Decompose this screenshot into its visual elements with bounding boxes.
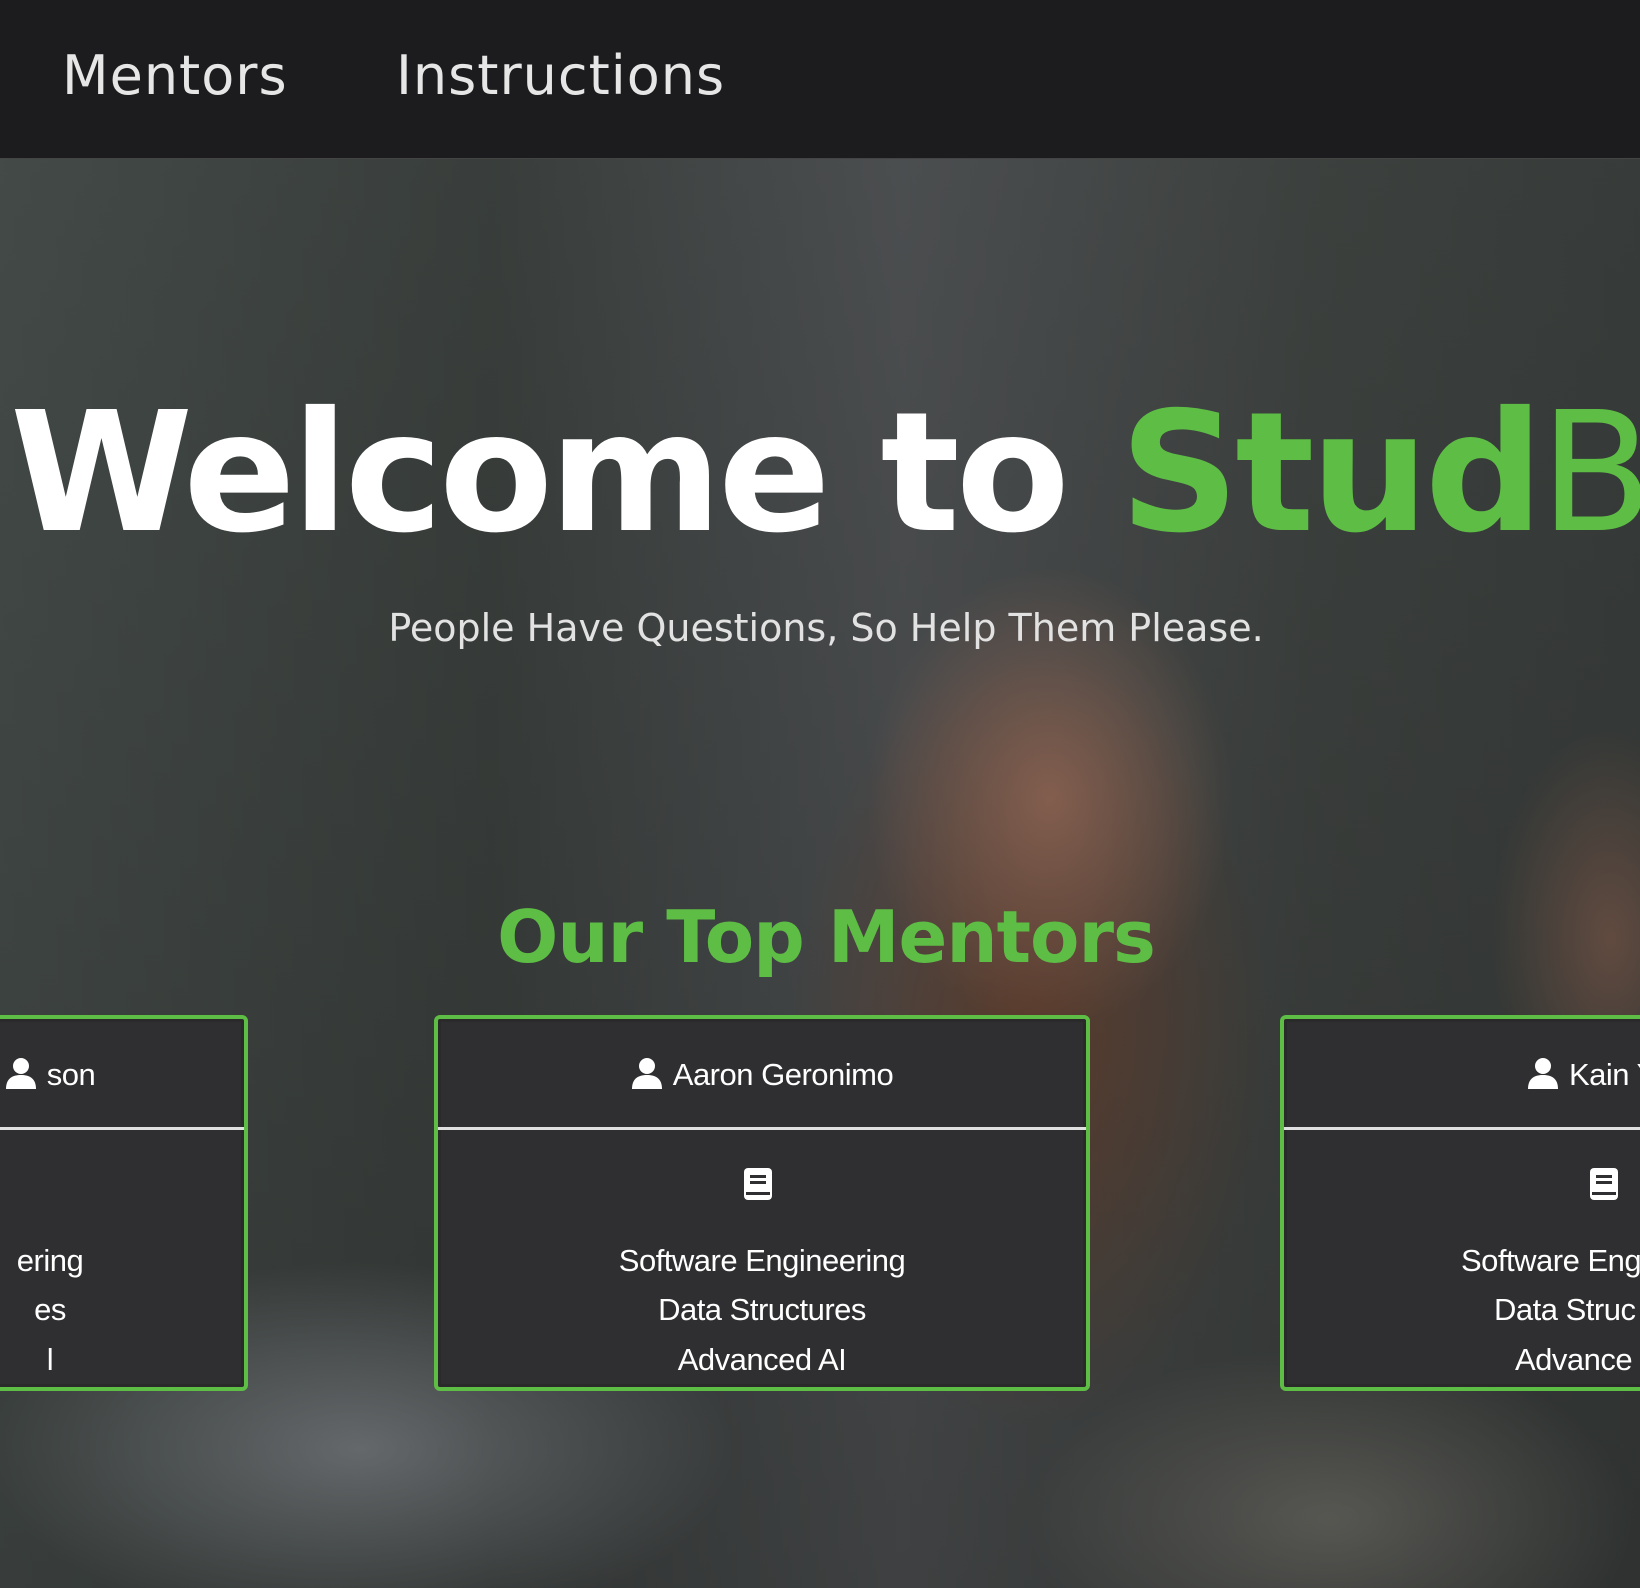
mentor-subject: Data Struc bbox=[1494, 1292, 1636, 1327]
navbar: Mentors Instructions bbox=[0, 0, 1640, 159]
mentor-name: son bbox=[46, 1057, 96, 1092]
book-icon bbox=[743, 1167, 773, 1206]
mentor-card-header: son bbox=[0, 1019, 244, 1130]
user-icon bbox=[1527, 1057, 1559, 1097]
hero-title-brand-bold: Stud bbox=[1119, 377, 1544, 570]
top-mentors-title: Our Top Mentors bbox=[497, 895, 1156, 979]
mentor-name-row: Aaron Geronimo bbox=[438, 1057, 1086, 1097]
mentor-name-row: Kain Y bbox=[1527, 1057, 1640, 1097]
mentor-card[interactable]: Kain Y Software Eng Data Struc Advance bbox=[1280, 1015, 1640, 1391]
mentor-card-header: Kain Y bbox=[1284, 1019, 1640, 1130]
hero-title-prefix: Welcome to bbox=[10, 377, 1120, 570]
mentor-subject: Data Structures bbox=[658, 1292, 866, 1327]
mentor-card[interactable]: son ering es l bbox=[0, 1015, 248, 1391]
mentor-subject: Advance bbox=[1515, 1342, 1633, 1377]
hero-section: Welcome to StudBudd People Have Question… bbox=[0, 159, 1640, 1588]
mentor-name: Aaron Geronimo bbox=[672, 1057, 894, 1092]
mentor-subject: ering bbox=[16, 1243, 84, 1278]
mentor-subject: l bbox=[46, 1342, 54, 1377]
mentor-subject: Advanced AI bbox=[677, 1342, 847, 1377]
mentor-subject: es bbox=[34, 1292, 66, 1327]
hero-subtitle: People Have Questions, So Help Them Plea… bbox=[388, 606, 1264, 650]
mentor-subject: Software Eng bbox=[1461, 1243, 1640, 1278]
hero-title-brand-light: Budd bbox=[1539, 377, 1640, 570]
hero-title: Welcome to StudBudd bbox=[10, 391, 1640, 557]
mentor-name: Kain Y bbox=[1569, 1057, 1640, 1092]
mentor-name-row: son bbox=[0, 1057, 244, 1097]
nav-link-mentors[interactable]: Mentors bbox=[62, 44, 288, 107]
mentor-subject: Software Engineering bbox=[618, 1243, 906, 1278]
book-icon bbox=[1589, 1167, 1619, 1206]
user-icon bbox=[631, 1057, 663, 1097]
user-icon bbox=[5, 1057, 37, 1097]
mentor-card-header: Aaron Geronimo bbox=[438, 1019, 1086, 1130]
nav-link-instructions[interactable]: Instructions bbox=[396, 44, 725, 107]
mentor-card[interactable]: Aaron Geronimo Software Engineering Data… bbox=[434, 1015, 1090, 1391]
